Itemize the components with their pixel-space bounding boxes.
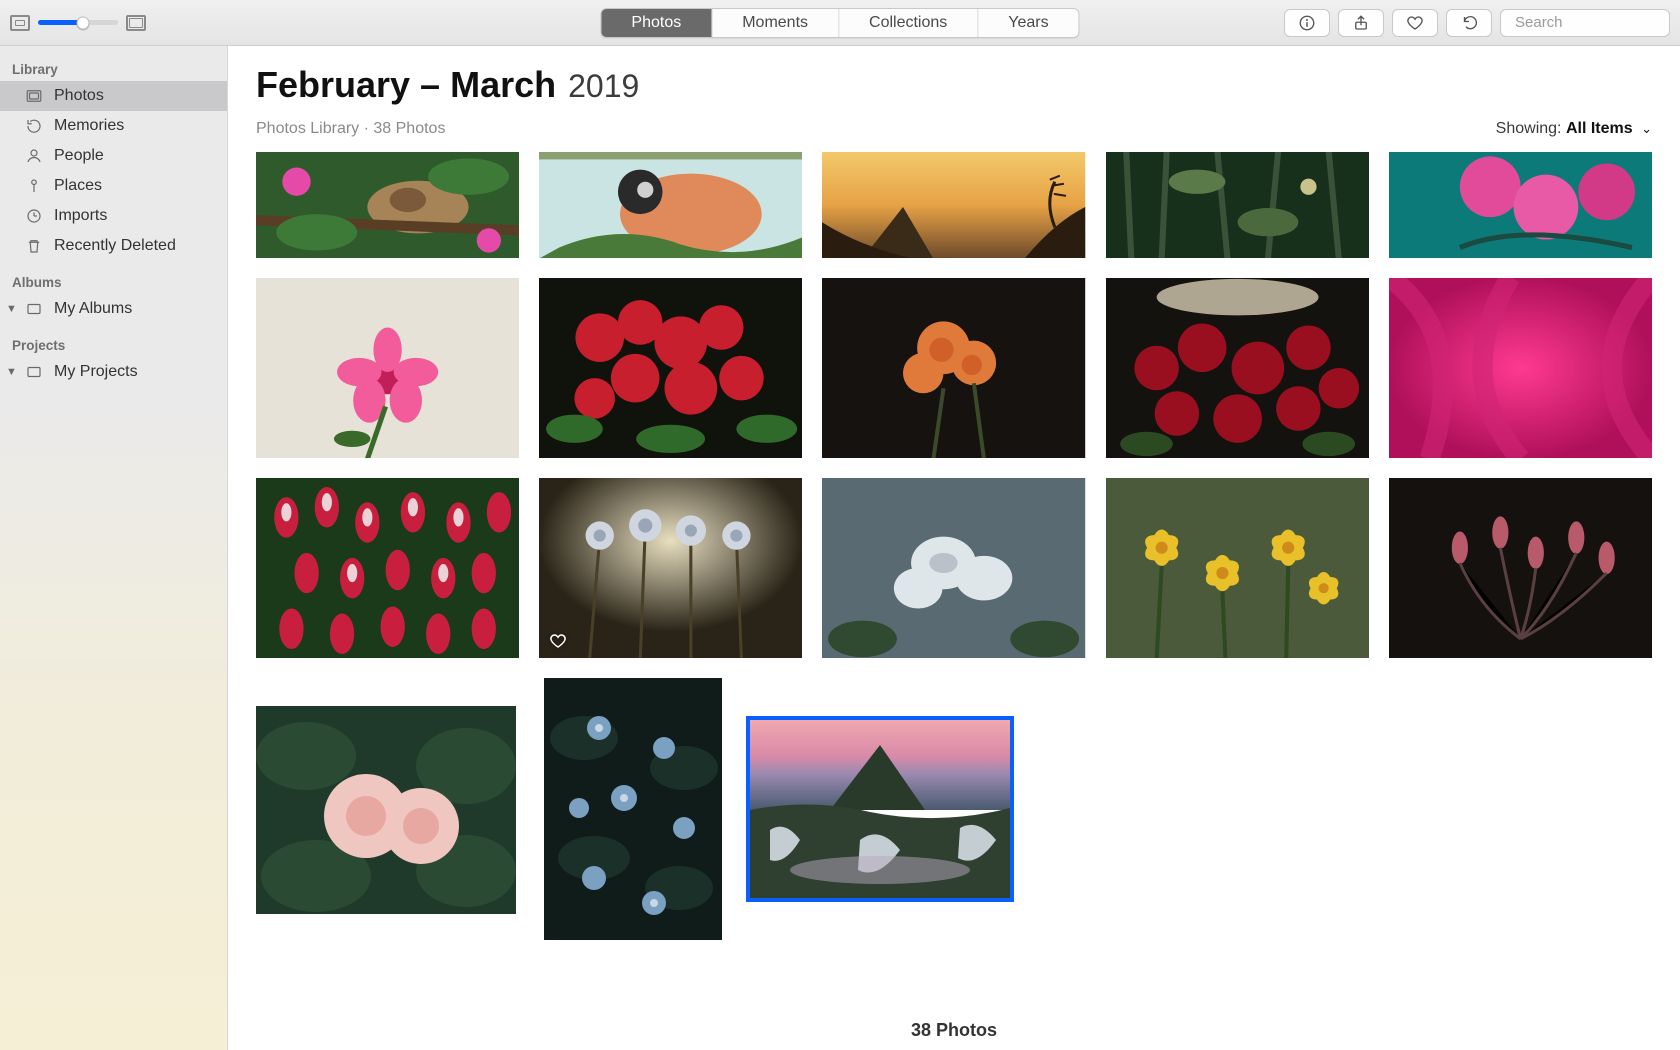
- share-icon: [1352, 14, 1370, 32]
- places-icon: [24, 176, 44, 196]
- photo-thumbnail[interactable]: [1106, 278, 1369, 458]
- photo-thumbnail[interactable]: [1106, 478, 1369, 658]
- rotate-icon: [1460, 14, 1478, 32]
- sidebar-item-my-albums[interactable]: ▼ My Albums: [0, 294, 227, 324]
- thumbnail-zoom-controls: [10, 15, 146, 31]
- favorite-button[interactable]: [1392, 9, 1438, 37]
- sidebar-item-label: People: [54, 147, 104, 165]
- album-icon: [24, 362, 44, 382]
- thumbnail-size-slider[interactable]: [38, 20, 118, 25]
- sidebar-item-places[interactable]: Places: [0, 171, 227, 201]
- share-button[interactable]: [1338, 9, 1384, 37]
- sidebar-item-recently-deleted[interactable]: Recently Deleted: [0, 231, 227, 261]
- rotate-button[interactable]: [1446, 9, 1492, 37]
- info-button[interactable]: [1284, 9, 1330, 37]
- sidebar-item-label: Photos: [54, 87, 104, 105]
- title-range: February – March: [256, 64, 556, 106]
- page-title: February – March 2019: [256, 64, 1652, 106]
- photo-thumbnail[interactable]: [539, 152, 802, 258]
- sidebar-item-imports[interactable]: Imports: [0, 201, 227, 231]
- chevron-down-icon: ⌄: [1641, 121, 1652, 136]
- photo-thumbnail[interactable]: [750, 720, 1010, 898]
- tab-years[interactable]: Years: [978, 9, 1078, 37]
- sidebar-item-label: Places: [54, 177, 102, 195]
- zoom-max-icon[interactable]: [126, 15, 146, 31]
- sidebar-item-label: My Albums: [54, 300, 132, 318]
- sidebar-item-memories[interactable]: Memories: [0, 111, 227, 141]
- photo-thumbnail[interactable]: [256, 278, 519, 458]
- sidebar-item-my-projects[interactable]: ▼ My Projects: [0, 357, 227, 387]
- info-icon: [1298, 14, 1316, 32]
- trash-icon: [24, 236, 44, 256]
- photo-thumbnail[interactable]: [256, 152, 519, 258]
- photo-thumbnail[interactable]: [256, 478, 519, 658]
- sidebar-heading-library: Library: [0, 58, 227, 81]
- sidebar-heading-albums: Albums: [0, 271, 227, 294]
- photo-thumbnail[interactable]: [256, 706, 516, 914]
- memories-icon: [24, 116, 44, 136]
- photo-thumbnail[interactable]: [539, 478, 802, 658]
- photo-thumbnail[interactable]: [822, 152, 1085, 258]
- view-mode-segmented-control: Photos Moments Collections Years: [600, 8, 1079, 38]
- photo-grid: [256, 152, 1652, 940]
- footer-photo-count: 38 Photos: [256, 1020, 1652, 1041]
- heart-icon: [1406, 14, 1424, 32]
- photo-thumbnail[interactable]: [1389, 152, 1652, 258]
- breadcrumb: Photos Library · 38 Photos: [256, 120, 445, 138]
- tab-collections[interactable]: Collections: [839, 9, 978, 37]
- photo-thumbnail[interactable]: [822, 478, 1085, 658]
- photo-thumbnail[interactable]: [822, 278, 1085, 458]
- title-year: 2019: [568, 68, 639, 105]
- photo-thumbnail[interactable]: [1389, 278, 1652, 458]
- sidebar-item-label: Memories: [54, 117, 124, 135]
- search-field[interactable]: [1500, 9, 1670, 37]
- photo-thumbnail[interactable]: [544, 678, 722, 940]
- showing-label: Showing:: [1496, 120, 1562, 137]
- favorite-badge-icon: [549, 632, 567, 650]
- photo-thumbnail[interactable]: [539, 278, 802, 458]
- sidebar-item-label: My Projects: [54, 363, 138, 381]
- photos-icon: [24, 86, 44, 106]
- imports-icon: [24, 206, 44, 226]
- zoom-min-icon[interactable]: [10, 15, 30, 31]
- tab-photos[interactable]: Photos: [601, 9, 712, 37]
- showing-filter[interactable]: Showing: All Items ⌄: [1496, 120, 1652, 138]
- tab-moments[interactable]: Moments: [712, 9, 839, 37]
- main-content: February – March 2019 Photos Library · 3…: [228, 46, 1680, 1050]
- album-icon: [24, 299, 44, 319]
- sidebar-item-people[interactable]: People: [0, 141, 227, 171]
- showing-value: All Items: [1566, 120, 1633, 137]
- sidebar-item-label: Imports: [54, 207, 107, 225]
- disclosure-triangle-icon[interactable]: ▼: [6, 303, 17, 315]
- sidebar-item-photos[interactable]: Photos: [0, 81, 227, 111]
- photo-thumbnail[interactable]: [1389, 478, 1652, 658]
- sidebar-item-label: Recently Deleted: [54, 237, 176, 255]
- sidebar-heading-projects: Projects: [0, 334, 227, 357]
- photo-thumbnail[interactable]: [1106, 152, 1369, 258]
- search-input[interactable]: [1515, 14, 1680, 31]
- sidebar: Library Photos Memories People Places Im…: [0, 46, 228, 1050]
- people-icon: [24, 146, 44, 166]
- disclosure-triangle-icon[interactable]: ▼: [6, 366, 17, 378]
- toolbar: Photos Moments Collections Years: [0, 0, 1680, 46]
